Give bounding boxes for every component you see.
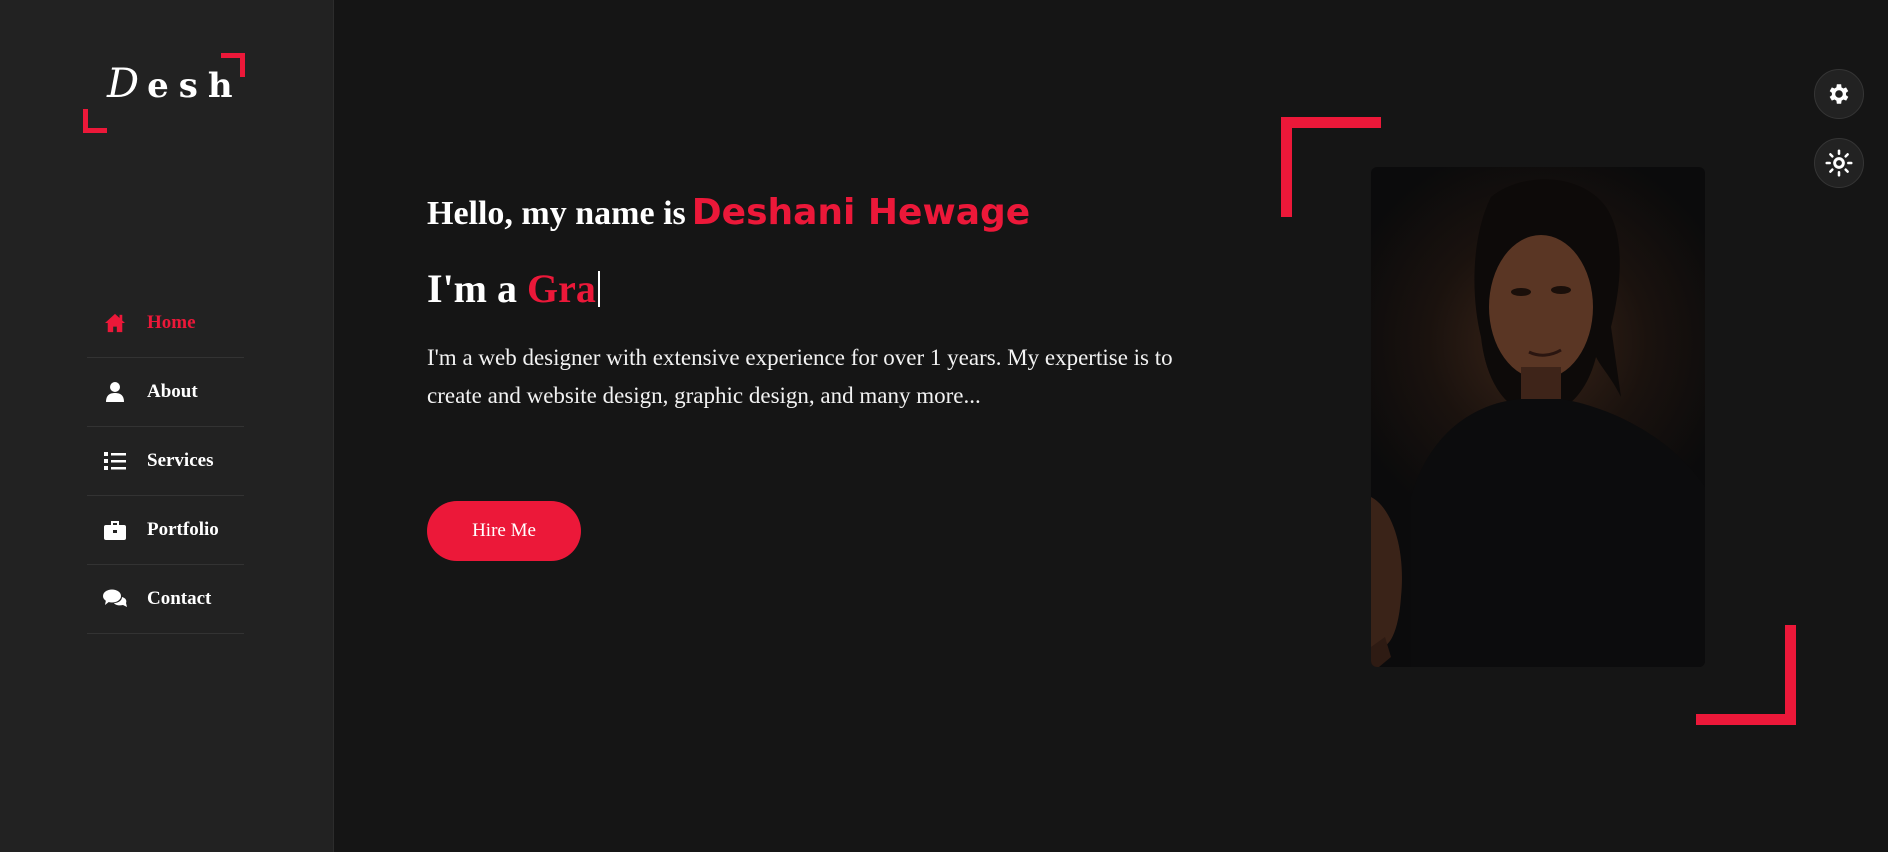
nav-item-home[interactable]: Home bbox=[87, 289, 244, 358]
role-prefix: I'm a bbox=[427, 266, 517, 311]
logo-first-letter: D bbox=[107, 61, 148, 107]
role-typed-text: Gra bbox=[527, 266, 596, 311]
photo-frame-corner-bottom-right bbox=[1696, 625, 1796, 725]
briefcase-icon bbox=[103, 518, 127, 542]
typing-cursor bbox=[597, 271, 600, 307]
user-icon bbox=[103, 380, 127, 404]
nav-label-services: Services bbox=[147, 450, 214, 471]
sidebar: Desh Home About Services Portfolio Conta… bbox=[0, 0, 334, 852]
gear-icon bbox=[1829, 84, 1849, 104]
owner-name: Deshani Hewage bbox=[691, 192, 1031, 233]
nav-label-portfolio: Portfolio bbox=[147, 519, 219, 540]
nav-label-about: About bbox=[147, 381, 198, 402]
nav-label-contact: Contact bbox=[147, 588, 212, 609]
main-nav: Home About Services Portfolio Contact bbox=[87, 289, 244, 634]
list-icon bbox=[103, 449, 127, 473]
logo[interactable]: Desh bbox=[83, 53, 245, 133]
logo-text: Desh bbox=[107, 61, 243, 107]
profile-photo bbox=[1371, 167, 1705, 667]
sun-icon bbox=[1825, 149, 1853, 177]
nav-item-about[interactable]: About bbox=[87, 358, 244, 427]
nav-item-contact[interactable]: Contact bbox=[87, 565, 244, 634]
nav-label-home: Home bbox=[147, 312, 196, 333]
greeting-text: Hello, my name is bbox=[427, 195, 686, 232]
nav-item-portfolio[interactable]: Portfolio bbox=[87, 496, 244, 565]
home-icon bbox=[103, 311, 127, 335]
logo-rest: esh bbox=[147, 66, 243, 106]
nav-item-services[interactable]: Services bbox=[87, 427, 244, 496]
hire-me-button[interactable]: Hire Me bbox=[427, 501, 581, 561]
intro-paragraph: I'm a web designer with extensive experi… bbox=[427, 345, 1173, 408]
greeting-heading: Hello, my name is Deshani Hewage bbox=[427, 192, 1030, 233]
photo-frame-corner-top-left bbox=[1281, 117, 1381, 217]
role-heading: I'm a Gra bbox=[427, 265, 600, 312]
logo-corner-bottom-left bbox=[83, 109, 107, 133]
comments-icon bbox=[103, 587, 127, 611]
theme-toggle[interactable] bbox=[1814, 138, 1864, 188]
style-switcher-toggle[interactable] bbox=[1814, 69, 1864, 119]
